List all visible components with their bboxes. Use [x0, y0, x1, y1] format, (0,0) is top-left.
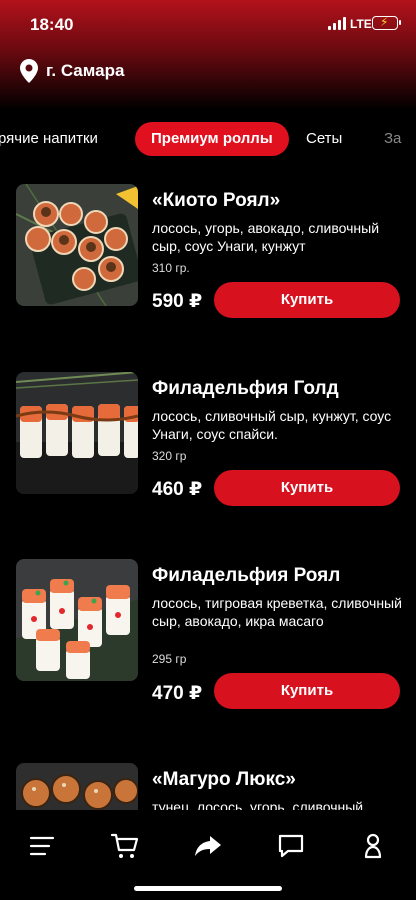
- product-price: 460 ₽: [152, 479, 203, 500]
- city-label: г. Самара: [46, 61, 125, 80]
- product-description: лосось, сливочный сыр, кунжут, соус Унаг…: [152, 408, 392, 442]
- product-price: 590 ₽: [152, 291, 203, 312]
- status-bar: 18:40 LTE ⚡: [0, 0, 416, 50]
- menu-icon[interactable]: [26, 830, 58, 862]
- share-icon[interactable]: [192, 830, 224, 862]
- product-name: Филадельфия Роял: [152, 565, 341, 586]
- city-selector[interactable]: г. Самара: [20, 58, 124, 84]
- product-description: лосось, тигровая креветка, сливочный сыр…: [152, 595, 402, 629]
- profile-icon[interactable]: [357, 830, 389, 862]
- status-time: 18:40: [30, 15, 74, 34]
- buy-button[interactable]: Купить: [214, 673, 400, 709]
- location-pin-icon: [20, 59, 38, 83]
- buy-button[interactable]: Купить: [214, 282, 400, 318]
- buy-button[interactable]: Купить: [214, 470, 400, 506]
- product-card: Филадельфия Голд лосось, сливочный сыр, …: [0, 372, 416, 552]
- product-weight: 320 гр: [152, 449, 187, 463]
- signal-icon: [328, 17, 346, 30]
- product-weight: 295 гр: [152, 652, 187, 666]
- product-price: 470 ₽: [152, 683, 203, 704]
- product-card: Филадельфия Роял лосось, тигровая кревет…: [0, 559, 416, 739]
- product-card: «Киото Роял» лосось, угорь, авокадо, сли…: [0, 184, 416, 364]
- home-indicator: [134, 886, 282, 891]
- tab-premium-rolls[interactable]: Премиум роллы: [135, 122, 289, 156]
- product-image[interactable]: [16, 372, 138, 494]
- product-name: Филадельфия Голд: [152, 378, 339, 399]
- product-image[interactable]: [16, 559, 138, 681]
- tab-sets[interactable]: Сеты: [306, 122, 342, 156]
- cart-icon[interactable]: [109, 830, 141, 862]
- tab-hot-drinks[interactable]: рячие напитки: [0, 122, 98, 156]
- product-image[interactable]: [16, 184, 138, 306]
- battery-icon: ⚡: [372, 15, 401, 30]
- tab-next[interactable]: За: [384, 122, 401, 156]
- chat-icon[interactable]: [275, 830, 307, 862]
- product-weight: 310 гр.: [152, 261, 190, 275]
- product-name: «Магуро Люкс»: [152, 769, 296, 790]
- network-label: LTE: [350, 17, 372, 31]
- product-description: лосось, угорь, авокадо, сливочный сыр, с…: [152, 220, 380, 254]
- category-tabs: рячие напитки Премиум роллы Сеты За: [0, 122, 416, 158]
- product-name: «Киото Роял»: [152, 190, 281, 211]
